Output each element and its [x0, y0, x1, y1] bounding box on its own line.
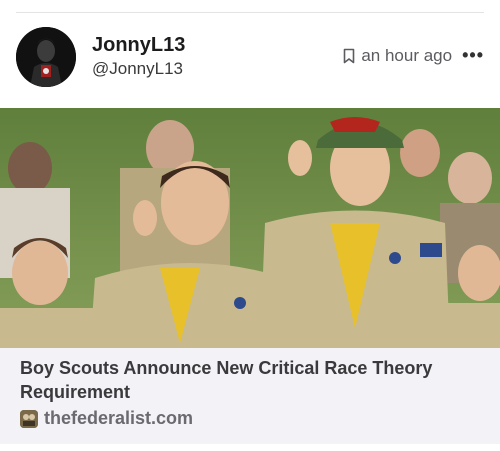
avatar-image: [16, 27, 76, 87]
link-preview-card[interactable]: Boy Scouts Announce New Critical Race Th…: [0, 108, 500, 444]
bookmark-icon[interactable]: [343, 48, 355, 64]
post-meta: an hour ago •••: [343, 45, 484, 66]
article-title[interactable]: Boy Scouts Announce New Critical Race Th…: [20, 356, 480, 404]
article-source[interactable]: thefederalist.com: [20, 408, 193, 429]
site-favicon: [20, 409, 38, 428]
source-domain: thefederalist.com: [44, 408, 194, 428]
more-icon[interactable]: •••: [462, 45, 484, 66]
avatar[interactable]: [16, 27, 76, 87]
article-image: [0, 108, 500, 348]
timestamp: an hour ago: [361, 45, 453, 65]
top-divider: [16, 12, 484, 13]
user-handle[interactable]: @JonnyL13: [92, 59, 185, 79]
post-header: JonnyL13 @JonnyL13 an hour ago •••: [0, 22, 500, 102]
scouts-saluting-photo: [0, 108, 500, 348]
display-name[interactable]: JonnyL13: [92, 34, 185, 56]
